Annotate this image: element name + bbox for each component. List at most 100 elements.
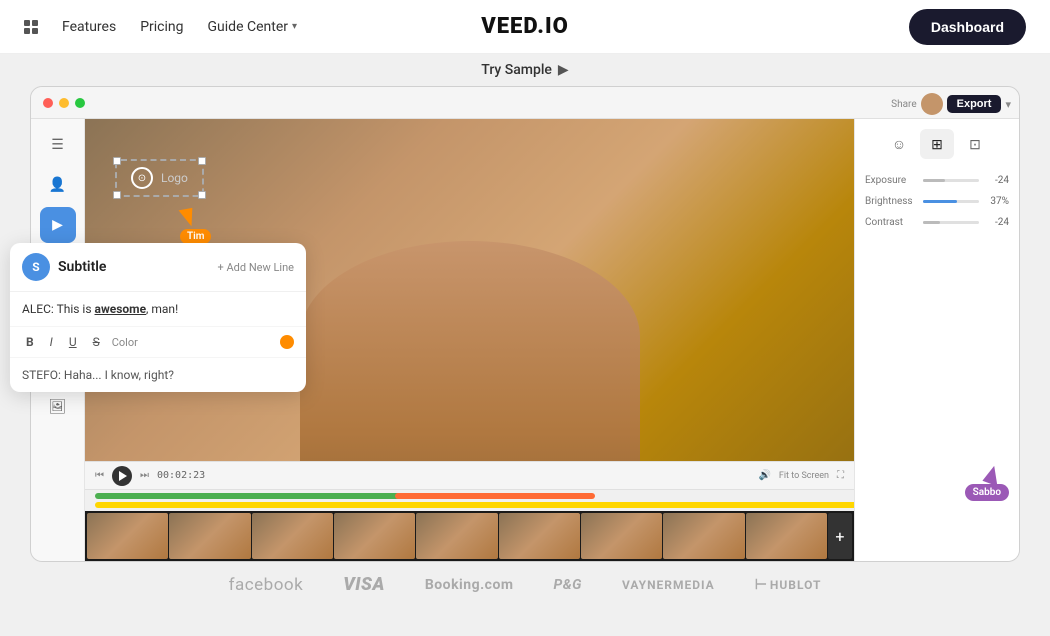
tim-cursor: Tim [180, 209, 211, 244]
logo-text: Logo [161, 171, 188, 185]
dashboard-button[interactable]: Dashboard [909, 9, 1026, 45]
sabba-cursor: Sabbo [965, 466, 1009, 501]
try-sample-arrow-icon: ▶ [558, 62, 569, 78]
exposure-value: -24 [985, 175, 1009, 186]
exposure-label: Exposure [865, 175, 917, 186]
pricing-link[interactable]: Pricing [140, 19, 183, 35]
logo-circle-icon: ⊙ [131, 167, 153, 189]
underline-button[interactable]: U [65, 333, 81, 351]
thumb-frame-6 [499, 513, 580, 559]
sabba-cursor-label: Sabbo [965, 484, 1009, 501]
timeline-track[interactable] [85, 489, 854, 511]
window-close-dot [43, 98, 53, 108]
window-minimize-dot [59, 98, 69, 108]
color-label: Color [112, 336, 138, 349]
main-content: Share Export ▾ ☰ 👤 ▶ Media [0, 86, 1050, 562]
brightness-row: Brightness 37% [865, 196, 1009, 207]
brand-booking: Booking.com [425, 577, 514, 593]
brightness-slider[interactable] [923, 200, 979, 203]
add-clip-button[interactable]: + [828, 513, 852, 559]
sidebar-item-profile: 👤 [40, 167, 76, 203]
adj-tab-crop[interactable]: ⊡ [958, 129, 992, 159]
adj-tab-face[interactable]: ☺ [882, 129, 916, 159]
subtitle-toolbar: B I U S Color [10, 327, 306, 358]
sabba-arrow-icon [982, 464, 1003, 486]
try-sample-label[interactable]: Try Sample [481, 62, 552, 78]
resize-handle-br[interactable] [198, 191, 206, 199]
resize-handle-tr[interactable] [198, 157, 206, 165]
navbar: Features Pricing Guide Center ▾ VEED.IO … [0, 0, 1050, 54]
share-label: Share [891, 99, 916, 110]
fullscreen-icon[interactable]: ⛶ [837, 470, 844, 481]
contrast-row: Contrast -24 [865, 217, 1009, 228]
skip-forward-icon[interactable]: ⏭ [140, 470, 149, 481]
subtitle-popup: S Subtitle + Add New Line ALEC: This is … [10, 243, 306, 392]
subtitle-line1-bold: awesome [95, 302, 147, 316]
brand-facebook: facebook [229, 575, 304, 595]
bold-button[interactable]: B [22, 333, 38, 351]
play-button[interactable] [112, 466, 132, 486]
subtitle-line1-suffix: , man! [146, 302, 178, 316]
subtitle-line-2: STEFO: Haha... I know, right? [10, 358, 306, 392]
editor-topbar: Share Export ▾ [31, 87, 1019, 119]
contrast-fill [923, 221, 940, 224]
thumb-frame-3 [252, 513, 333, 559]
thumb-frame-4 [334, 513, 415, 559]
sidebar-media-icon[interactable]: ▶ [40, 207, 76, 243]
contrast-value: -24 [985, 217, 1009, 228]
volume-icon[interactable]: 🔊 [758, 470, 770, 481]
editor-bottom-controls: ⏮ ⏭ 00:02:23 🔊 Fit to Screen ⛶ [85, 461, 854, 561]
brightness-label: Brightness [865, 196, 917, 207]
subtitle-title: Subtitle [58, 259, 106, 275]
brightness-value: 37% [985, 196, 1009, 207]
resize-handle-bl[interactable] [113, 191, 121, 199]
resize-handle-tl[interactable] [113, 157, 121, 165]
thumb-frame-1 [87, 513, 168, 559]
strikethrough-button[interactable]: S [89, 333, 104, 351]
add-new-line-button[interactable]: + Add New Line [218, 261, 294, 274]
export-button[interactable]: Export [947, 95, 1002, 113]
thumb-frame-7 [581, 513, 662, 559]
user-avatar [921, 93, 943, 115]
exposure-fill [923, 179, 945, 182]
sidebar-item-image: 🖼 [40, 389, 76, 425]
export-more-icon[interactable]: ▾ [1005, 98, 1011, 111]
exposure-row: Exposure -24 [865, 175, 1009, 186]
site-logo: VEED.IO [481, 14, 569, 39]
exposure-slider[interactable] [923, 179, 979, 182]
thumb-frame-9 [746, 513, 827, 559]
sidebar-profile-icon[interactable]: 👤 [40, 167, 76, 203]
brightness-fill [923, 200, 957, 203]
brand-visa: VISA [343, 574, 385, 595]
adjust-tabs: ☺ ⊞ ⊡ [865, 129, 1009, 159]
adj-tab-sliders[interactable]: ⊞ [920, 129, 954, 159]
timeline-bar-yellow [95, 502, 854, 508]
time-display: 00:02:23 [157, 470, 205, 481]
contrast-slider[interactable] [923, 221, 979, 224]
subtitle-icon: S [22, 253, 50, 281]
sidebar-image-icon[interactable]: 🖼 [40, 389, 76, 425]
playback-bar: ⏮ ⏭ 00:02:23 🔊 Fit to Screen ⛶ [85, 461, 854, 489]
logo-overlay[interactable]: ⊙ Logo [115, 159, 204, 197]
thumb-frame-8 [663, 513, 744, 559]
play-triangle-icon [119, 471, 127, 481]
brand-vaynermedia: VAYNERMEDIA [622, 578, 715, 592]
features-link[interactable]: Features [62, 19, 116, 35]
tim-cursor-label: Tim [180, 229, 211, 244]
editor-right-panel: ☺ ⊞ ⊡ Exposure -24 Brightness 37% [854, 119, 1019, 561]
nav-left: Features Pricing Guide Center ▾ [24, 19, 297, 35]
thumb-frame-5 [416, 513, 497, 559]
grid-icon[interactable] [24, 20, 38, 34]
subtitle-line1-prefix: ALEC: This is [22, 302, 95, 316]
color-picker[interactable] [280, 335, 294, 349]
sidebar-menu-icon[interactable]: ☰ [40, 127, 76, 163]
cursor-arrow-icon [179, 208, 196, 228]
chevron-down-icon: ▾ [292, 21, 297, 32]
italic-button[interactable]: I [46, 333, 57, 351]
subtitle-header: S Subtitle + Add New Line [10, 243, 306, 292]
brand-hublot: ⊢HUBLOT [755, 577, 822, 593]
skip-back-icon[interactable]: ⏮ [95, 470, 104, 481]
try-sample-bar: Try Sample ▶ [0, 54, 1050, 86]
sidebar-item-menu: ☰ [40, 127, 76, 163]
guide-center-link[interactable]: Guide Center ▾ [208, 19, 298, 35]
